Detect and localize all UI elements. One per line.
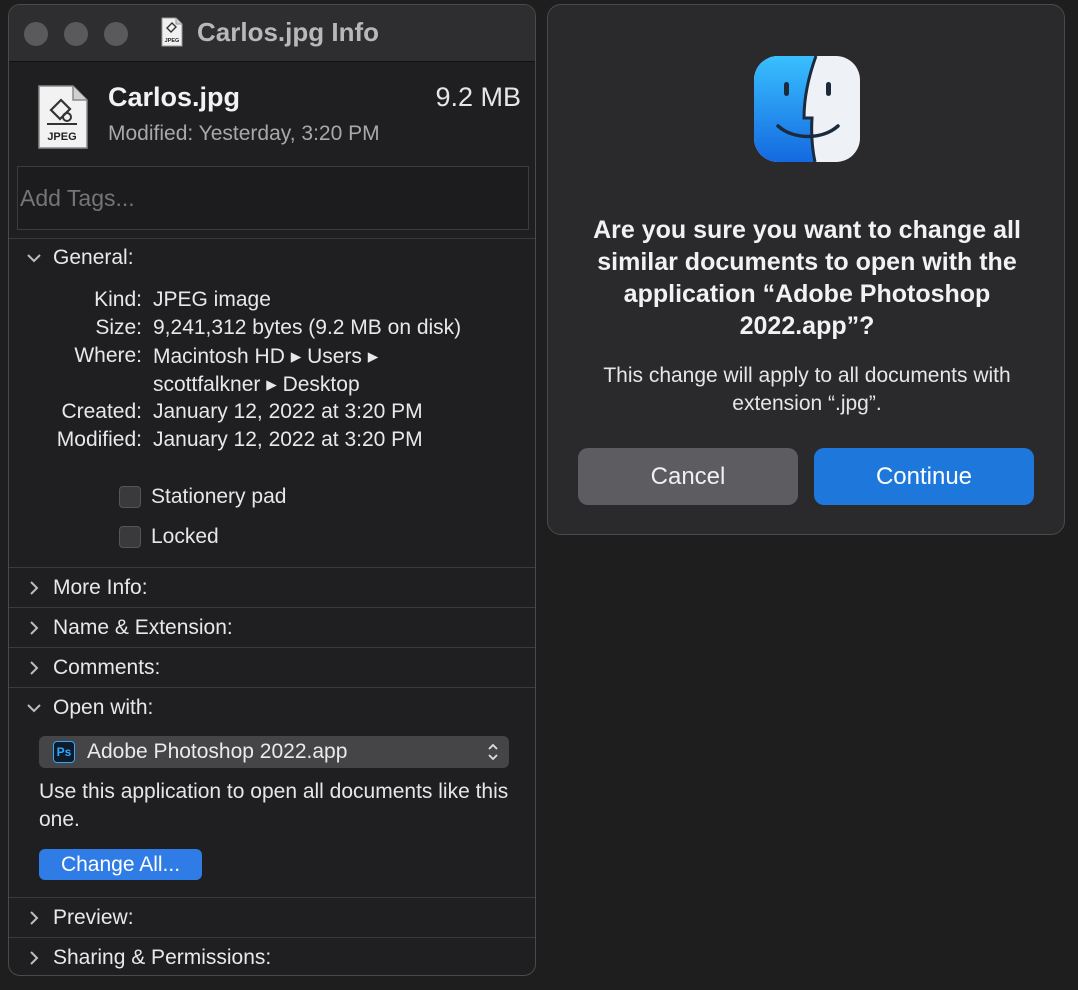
section-more-info-label: More Info: <box>53 576 148 599</box>
chevron-right-icon[interactable] <box>23 660 45 676</box>
chevron-right-icon[interactable] <box>23 580 45 596</box>
chevron-right-icon[interactable] <box>23 620 45 636</box>
title-bar[interactable]: JPEG Carlos.jpg Info <box>9 5 535 62</box>
open-with-app-select[interactable]: Ps Adobe Photoshop 2022.app <box>39 736 509 768</box>
stationery-pad-option[interactable]: Stationery pad <box>119 485 286 509</box>
chevron-down-icon[interactable] <box>23 253 45 263</box>
title-icon-label: JPEG <box>165 38 180 44</box>
kind-key: Kind: <box>94 288 142 311</box>
locked-label: Locked <box>151 525 219 548</box>
divider <box>9 937 535 938</box>
modified-key: Modified: <box>56 428 142 451</box>
divider <box>9 647 535 648</box>
section-general-label: General: <box>53 246 134 269</box>
where-key: Where: <box>74 344 142 367</box>
section-preview-label: Preview: <box>53 906 134 929</box>
finder-icon <box>754 56 860 162</box>
zoom-button[interactable] <box>104 22 128 46</box>
where-value-line1: Macintosh HD ▸ Users ▸ <box>153 345 379 368</box>
section-more-info[interactable]: More Info: <box>23 576 148 600</box>
chevron-right-icon[interactable] <box>23 910 45 926</box>
section-open-with[interactable]: Open with: <box>23 696 153 720</box>
file-header: JPEG Carlos.jpg 9.2 MB Modified: Yesterd… <box>9 62 535 242</box>
created-key: Created: <box>61 400 142 423</box>
chevron-down-icon[interactable] <box>23 703 45 713</box>
divider <box>9 687 535 688</box>
photoshop-icon: Ps <box>53 741 75 763</box>
section-name-extension[interactable]: Name & Extension: <box>23 616 233 640</box>
chevron-right-icon[interactable] <box>23 950 45 966</box>
close-button[interactable] <box>24 22 48 46</box>
stationery-pad-label: Stationery pad <box>151 485 287 508</box>
jpeg-document-icon: JPEG <box>161 17 183 47</box>
stationery-pad-checkbox[interactable] <box>119 486 141 508</box>
modified-summary: Modified: Yesterday, 3:20 PM <box>108 122 380 145</box>
locked-option[interactable]: Locked <box>119 525 219 549</box>
section-sharing-label: Sharing & Permissions: <box>53 946 272 969</box>
dialog-title: Are you sure you want to change all simi… <box>593 216 1021 340</box>
file-icon-label: JPEG <box>47 131 76 143</box>
divider <box>9 897 535 898</box>
divider <box>9 607 535 608</box>
size-value: 9,241,312 bytes (9.2 MB on disk) <box>153 316 462 339</box>
section-general[interactable]: General: <box>23 246 134 270</box>
modified-value: January 12, 2022 at 3:20 PM <box>153 428 423 451</box>
divider <box>9 567 535 568</box>
where-value-line2: scottfalkner ▸ Desktop <box>153 373 360 396</box>
divider <box>9 238 535 239</box>
info-window: JPEG Carlos.jpg Info JPEG Carlos.jpg 9.2… <box>8 4 536 976</box>
section-comments-label: Comments: <box>53 656 161 679</box>
locked-checkbox[interactable] <box>119 526 141 548</box>
open-with-description: Use this application to open all documen… <box>39 780 509 831</box>
kind-value: JPEG image <box>153 288 271 311</box>
tags-input[interactable] <box>17 166 529 230</box>
dialog-message: This change will apply to all documents … <box>603 364 1011 415</box>
section-preview[interactable]: Preview: <box>23 906 134 930</box>
section-comments[interactable]: Comments: <box>23 656 160 680</box>
section-open-with-label: Open with: <box>53 696 154 719</box>
minimize-button[interactable] <box>64 22 88 46</box>
cancel-button[interactable]: Cancel <box>578 448 798 505</box>
updown-arrows-icon <box>488 743 498 761</box>
continue-button[interactable]: Continue <box>814 448 1034 505</box>
change-all-button[interactable]: Change All... <box>39 849 202 880</box>
confirm-dialog: Are you sure you want to change all simi… <box>547 4 1065 535</box>
window-title: Carlos.jpg Info <box>197 17 379 47</box>
created-value: January 12, 2022 at 3:20 PM <box>153 400 423 423</box>
jpeg-file-icon: JPEG <box>38 85 88 149</box>
app-name: Adobe Photoshop 2022.app <box>87 740 348 763</box>
file-size: 9.2 MB <box>435 82 521 112</box>
section-name-extension-label: Name & Extension: <box>53 616 233 639</box>
size-key: Size: <box>95 316 142 339</box>
file-name: Carlos.jpg <box>108 82 241 112</box>
section-sharing-permissions[interactable]: Sharing & Permissions: <box>23 946 271 970</box>
